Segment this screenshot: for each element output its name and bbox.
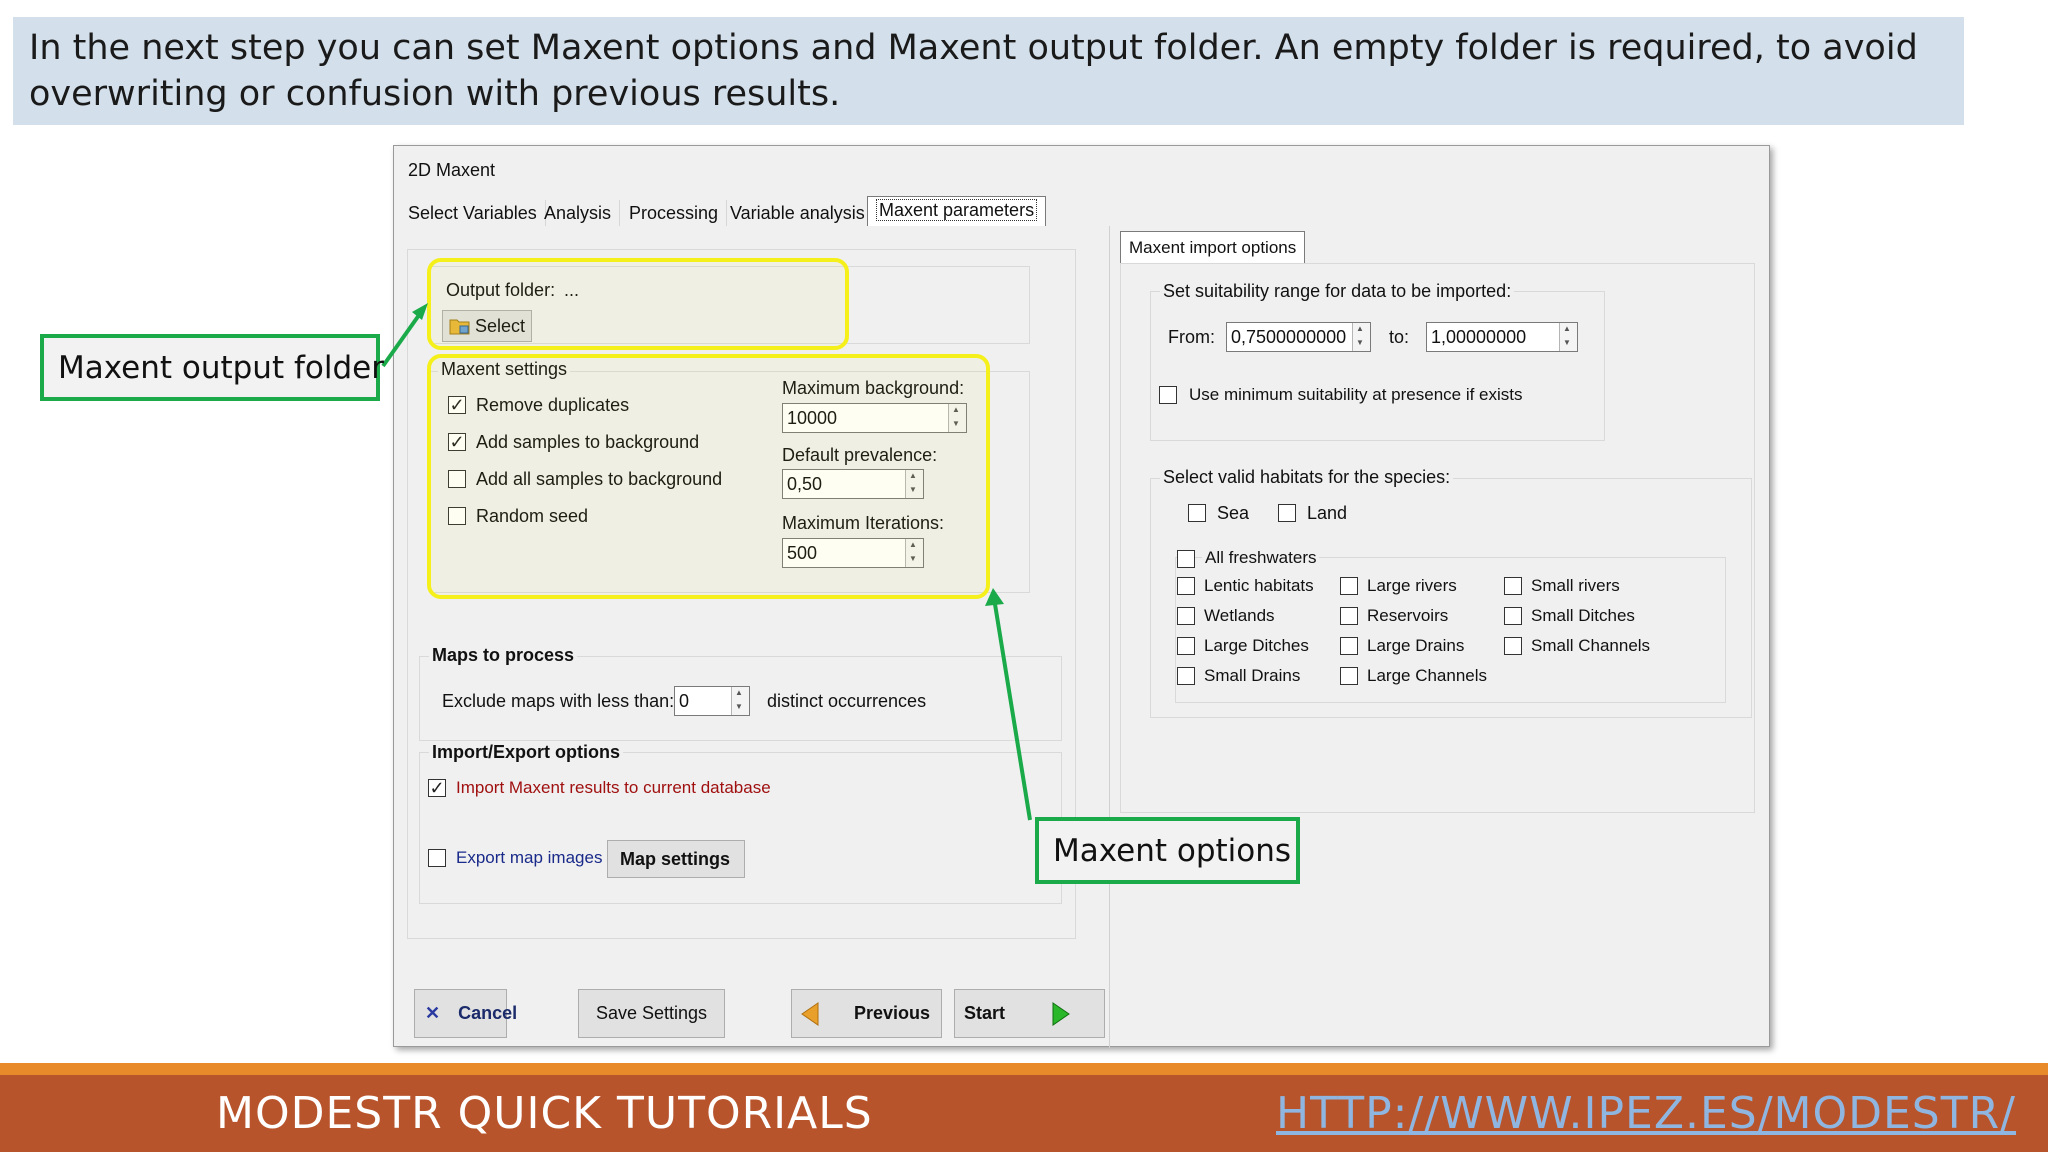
footer-link[interactable]: HTTP://WWW.IPEZ.ES/MODESTR/ — [1276, 1088, 2016, 1139]
footer-stripe — [0, 1063, 2048, 1075]
footer-title: MODESTR QUICK TUTORIALS — [216, 1088, 873, 1139]
callout-arrows — [381, 303, 1032, 821]
options-arrow-head — [985, 588, 1004, 606]
options-arrow-line — [992, 597, 1032, 821]
maxent-options-callout: Maxent options — [1035, 817, 1300, 884]
output-folder-callout: Maxent output folder — [40, 334, 384, 401]
output-folder-arrow-line — [381, 306, 426, 368]
output-folder-arrow-head — [412, 303, 428, 320]
